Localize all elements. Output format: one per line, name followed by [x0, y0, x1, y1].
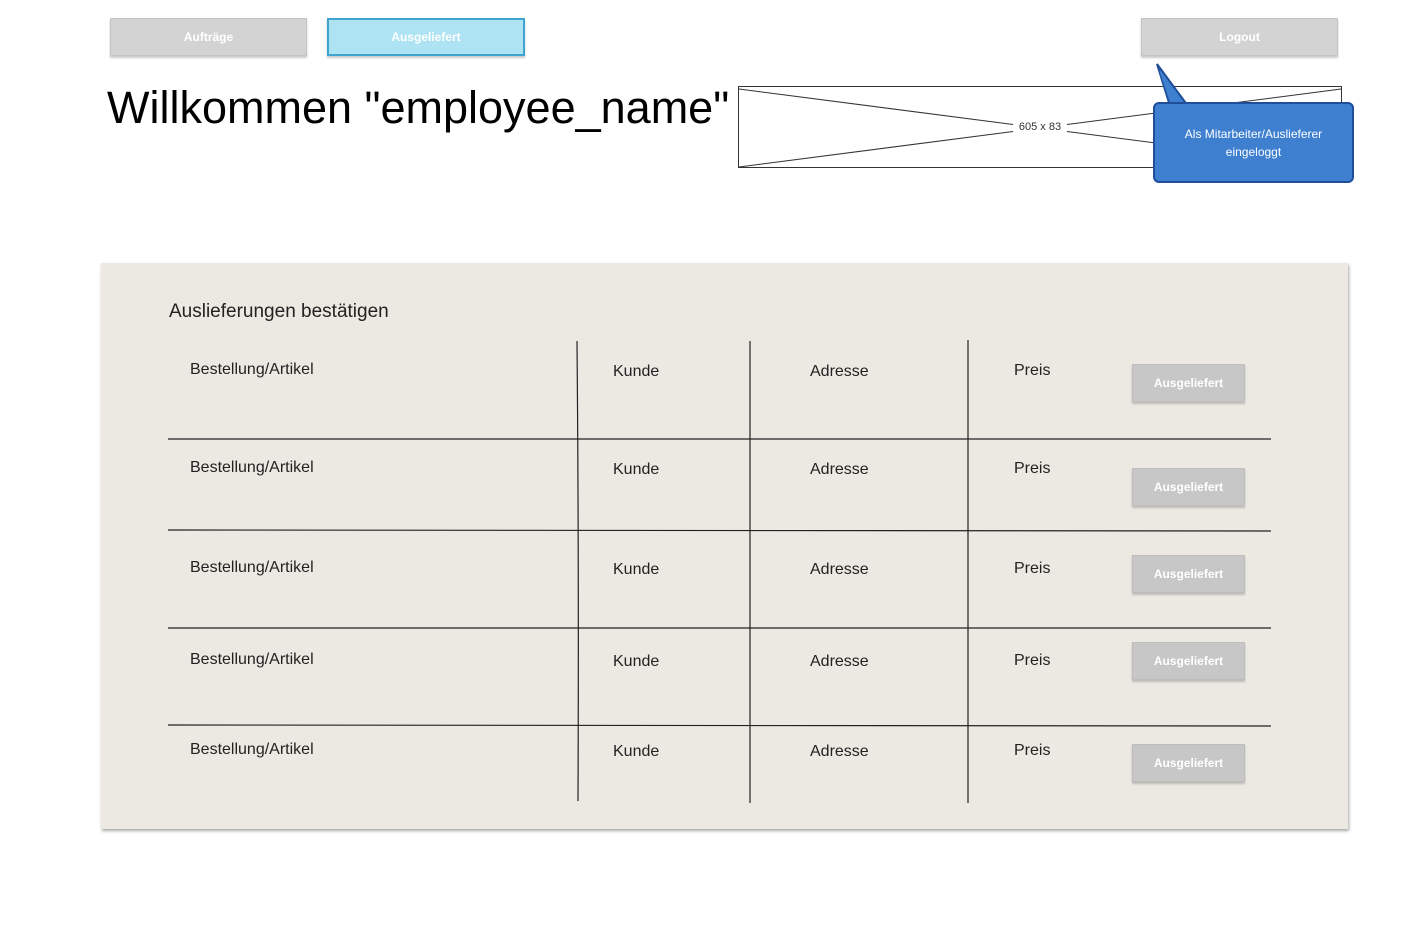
order-cell: Bestellung/Artikel	[190, 559, 314, 576]
order-cell: Bestellung/Artikel	[190, 741, 314, 758]
customer-cell: Kunde	[613, 461, 660, 478]
address-cell: Adresse	[810, 363, 869, 380]
address-cell: Adresse	[810, 461, 869, 478]
price-cell: Preis	[1014, 560, 1051, 577]
price-cell: Preis	[1014, 742, 1051, 759]
price-cell: Preis	[1014, 362, 1051, 379]
order-cell: Bestellung/Artikel	[190, 651, 314, 668]
customer-cell: Kunde	[613, 561, 660, 578]
price-cell: Preis	[1014, 460, 1051, 477]
image-size-label: 605 x 83	[1012, 121, 1068, 133]
ausgeliefert-button[interactable]: Ausgeliefert	[1132, 468, 1245, 506]
deliveries-panel: Auslieferungen bestätigen Bestellung/Art…	[101, 263, 1348, 829]
ausgeliefert-button[interactable]: Ausgeliefert	[1132, 642, 1245, 680]
ausgeliefert-button[interactable]: Ausgeliefert	[1132, 555, 1245, 593]
customer-cell: Kunde	[613, 653, 660, 670]
customer-cell: Kunde	[613, 363, 660, 380]
address-cell: Adresse	[810, 653, 869, 670]
ausgeliefert-button[interactable]: Ausgeliefert	[1132, 364, 1245, 402]
ausgeliefert-button[interactable]: Ausgeliefert	[1132, 744, 1245, 782]
price-cell: Preis	[1014, 652, 1051, 669]
address-cell: Adresse	[810, 561, 869, 578]
customer-cell: Kunde	[613, 743, 660, 760]
logout-button[interactable]: Logout	[1141, 18, 1338, 56]
address-cell: Adresse	[810, 743, 869, 760]
order-cell: Bestellung/Artikel	[190, 361, 314, 378]
page: Aufträge Ausgeliefert Logout Willkommen …	[0, 0, 1425, 943]
auftraege-button[interactable]: Aufträge	[110, 18, 307, 56]
order-cell: Bestellung/Artikel	[190, 459, 314, 476]
login-status-callout: Als Mitarbeiter/Auslieferer eingeloggt	[1153, 102, 1354, 183]
ausgeliefert-nav-button[interactable]: Ausgeliefert	[327, 18, 525, 56]
page-title: Willkommen "employee_name"	[107, 82, 730, 133]
